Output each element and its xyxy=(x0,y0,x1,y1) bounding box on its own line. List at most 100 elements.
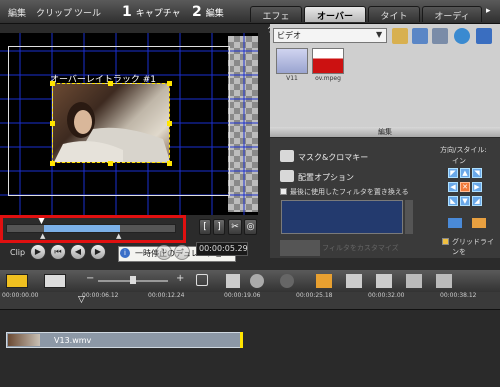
direction-up[interactable]: ▲ xyxy=(460,168,470,178)
grid-lines-checkbox[interactable] xyxy=(442,238,449,245)
placement-options[interactable]: 配置オプション xyxy=(298,172,354,183)
overlay-clip-preview[interactable] xyxy=(52,83,170,163)
redo-icon[interactable] xyxy=(280,274,294,288)
direction-left[interactable]: ◀ xyxy=(448,182,458,192)
cut-button[interactable]: ✂ xyxy=(228,219,242,235)
previous-frame-button[interactable]: ◀ xyxy=(70,244,86,260)
placement-icon[interactable] xyxy=(280,170,294,182)
capture-icon[interactable] xyxy=(476,28,492,44)
resize-handle-bl[interactable] xyxy=(50,161,55,166)
timeline-clip[interactable] xyxy=(6,332,242,348)
step-capture[interactable]: 1 キャプチャ xyxy=(122,3,181,21)
mask-chroma-key-option[interactable]: マスク&クロマキー xyxy=(298,152,368,163)
highlight-box xyxy=(0,215,186,243)
ruler-tick: 00:00:38.12 xyxy=(440,292,477,299)
dropdown-arrow-icon[interactable]: ▼ xyxy=(376,30,382,39)
smart-proxy-icon[interactable] xyxy=(316,274,332,288)
direction-right[interactable]: ▶ xyxy=(472,182,482,192)
library-thumbnail-v11[interactable] xyxy=(276,48,308,74)
filter-list-scrollbar[interactable] xyxy=(405,200,413,234)
track-manager-icon[interactable] xyxy=(346,274,362,288)
step-capture-label: キャプチャ xyxy=(135,8,181,19)
edit-panel-header: 編集 xyxy=(270,127,500,137)
direction-down[interactable]: ▼ xyxy=(460,196,470,206)
direction-upper-left[interactable]: ◤ xyxy=(448,168,458,178)
step-capture-number: 1 xyxy=(122,4,132,20)
customize-filter-button[interactable]: フィルタをカスタマイズ xyxy=(322,243,399,253)
tab-overlay[interactable]: オーバーレイ xyxy=(304,6,366,35)
mark-out-button[interactable]: ] xyxy=(213,219,225,235)
replace-filter-checkbox[interactable] xyxy=(280,188,287,195)
direction-upper-right[interactable]: ◥ xyxy=(472,168,482,178)
menu-clip[interactable]: クリップ xyxy=(36,6,72,19)
direction-lower-right[interactable]: ◢ xyxy=(472,196,482,206)
home-button[interactable]: ⏮ xyxy=(50,244,66,260)
fade-in-icon[interactable] xyxy=(448,218,462,228)
direction-in-label: イン xyxy=(452,157,466,165)
options-icon[interactable] xyxy=(432,28,448,44)
resize-handle-br[interactable] xyxy=(167,161,172,166)
filter-list[interactable] xyxy=(281,200,403,234)
tab-audio[interactable]: オーディオ xyxy=(422,6,482,35)
zoom-out-icon[interactable]: − xyxy=(86,273,94,284)
zoom-in-icon[interactable]: + xyxy=(176,273,184,284)
resize-handle-l[interactable] xyxy=(50,121,55,126)
mask-icon[interactable] xyxy=(280,150,294,162)
menu-tools[interactable]: ツール xyxy=(74,6,101,19)
tab-title[interactable]: タイトル xyxy=(368,6,420,35)
scroll-right-icon[interactable]: ▸ xyxy=(486,6,491,16)
resize-handle-t[interactable] xyxy=(108,81,113,86)
timeline-tracks[interactable] xyxy=(0,310,500,387)
folder-icon[interactable] xyxy=(392,28,408,44)
overlay-image xyxy=(54,102,169,162)
ruler-tick: 00:00:00.00 xyxy=(2,292,39,299)
menu-edit[interactable]: 編集 xyxy=(8,6,26,19)
replace-filter-label: 最後に使用したフィルタを置き換える xyxy=(290,188,409,196)
next-frame-button[interactable]: ▶ xyxy=(90,244,106,260)
storyboard-view-icon[interactable] xyxy=(6,274,28,288)
library-category-select[interactable]: ビデオ xyxy=(273,28,387,43)
info-icon: i xyxy=(120,248,130,258)
direction-lower-left[interactable]: ◣ xyxy=(448,196,458,206)
mark-in-button[interactable]: [ xyxy=(199,219,211,235)
refresh-icon[interactable] xyxy=(454,28,470,44)
step-edit[interactable]: 2 編集 xyxy=(192,3,224,21)
audio-mix-icon[interactable] xyxy=(406,274,422,288)
ruler-tick: 00:00:25.18 xyxy=(296,292,333,299)
fit-project-icon[interactable] xyxy=(196,274,208,286)
undo-icon[interactable] xyxy=(250,274,264,288)
ruler-tick: 00:00:19.06 xyxy=(224,292,261,299)
clip-mode-label[interactable]: Clip xyxy=(10,248,25,257)
resize-handle-b[interactable] xyxy=(108,161,113,166)
clip-thumbnail xyxy=(8,334,40,346)
timeline-playhead-icon[interactable]: ▽ xyxy=(78,295,85,305)
thumbnail-caption: V11 xyxy=(286,75,298,82)
volume-button[interactable]: ♪ xyxy=(174,244,190,260)
repeat-button[interactable]: ↻ xyxy=(156,244,172,260)
direction-style-label: 方向/スタイル: xyxy=(440,146,487,154)
resize-handle-tl[interactable] xyxy=(50,81,55,86)
clip-end-handle[interactable] xyxy=(240,332,243,348)
resize-handle-tr[interactable] xyxy=(167,81,172,86)
audio-view-icon[interactable] xyxy=(44,274,66,288)
import-icon[interactable] xyxy=(412,28,428,44)
grid-lines-label: グリッドラインを xyxy=(452,238,494,256)
play-button[interactable]: ▶ xyxy=(30,244,46,260)
library-thumbnail-ov[interactable] xyxy=(312,48,344,74)
step-edit-number: 2 xyxy=(192,4,202,20)
direction-none[interactable]: ✕ xyxy=(460,182,470,192)
fade-out-icon[interactable] xyxy=(472,218,486,228)
step-edit-label: 編集 xyxy=(205,8,224,19)
menu-bar: 編集 クリップ ツール 1 キャプチャ 2 編集 エフェクト オーバーレイ タイ… xyxy=(0,0,500,35)
zoom-slider-thumb[interactable] xyxy=(130,276,136,284)
chapter-point-icon[interactable] xyxy=(376,274,392,288)
record-capture-icon[interactable] xyxy=(436,274,452,288)
ruler-tick: 00:00:12.24 xyxy=(148,292,185,299)
insert-media-icon[interactable] xyxy=(226,274,240,288)
tab-effects[interactable]: エフェクト xyxy=(250,6,302,35)
timecode-display[interactable]: 00:00:05.29 xyxy=(196,242,248,256)
preset-dropdown[interactable] xyxy=(280,240,320,256)
clip-name: V13.wmv xyxy=(54,336,92,345)
zoom-button[interactable]: ◎ xyxy=(244,219,257,235)
resize-handle-r[interactable] xyxy=(167,121,172,126)
